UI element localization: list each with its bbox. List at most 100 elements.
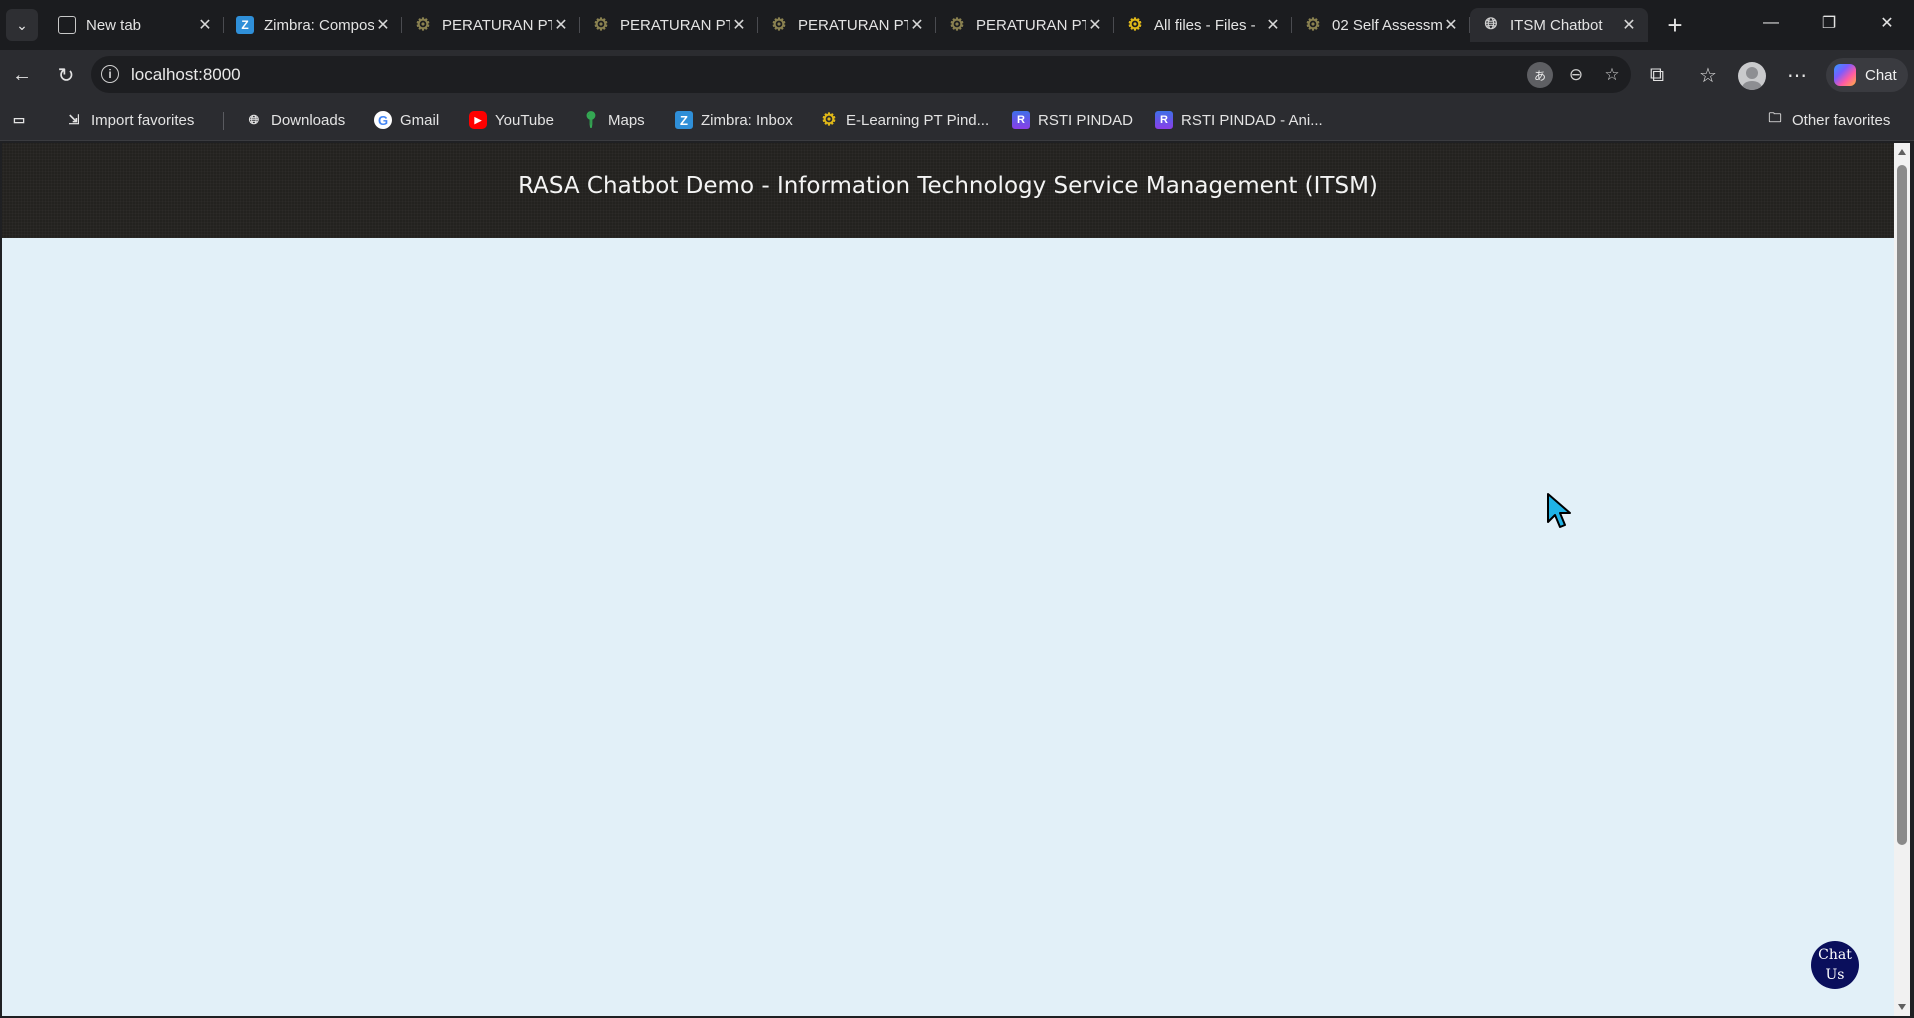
tab-self-assessment[interactable]: ⚙ 02 Self Assessm ✕: [1292, 8, 1470, 42]
tab-new-tab[interactable]: New tab ✕: [46, 8, 224, 42]
close-icon[interactable]: ✕: [196, 16, 214, 34]
tab-zimbra-compose[interactable]: Z Zimbra: Compos ✕: [224, 8, 402, 42]
tab-peraturan-1[interactable]: ⚙ PERATURAN PT ✕: [402, 8, 580, 42]
cursor-icon: [1547, 493, 1571, 528]
bookmark-label: Maps: [608, 111, 645, 129]
bookmarks-toggle[interactable]: ▭: [10, 109, 36, 131]
folder-icon: 🗀︎: [1768, 110, 1782, 125]
zimbra-icon: Z: [236, 16, 254, 34]
minimize-button[interactable]: —: [1749, 8, 1793, 38]
tab-title: PERATURAN PT: [620, 16, 730, 34]
tab-title: PERATURAN PT: [442, 16, 552, 34]
chevron-down-icon: ⌄: [16, 16, 28, 33]
bookmark-youtube[interactable]: ▶ YouTube: [469, 109, 554, 131]
tab-all-files[interactable]: ⚙ All files - Files - ✕: [1114, 8, 1292, 42]
extensions-button[interactable]: ⧉: [1641, 59, 1673, 91]
tab-peraturan-2[interactable]: ⚙ PERATURAN PT ✕: [580, 8, 758, 42]
close-icon[interactable]: ✕: [552, 16, 570, 34]
reload-icon: ↻: [57, 64, 75, 87]
tab-peraturan-4[interactable]: ⚙ PERATURAN PT ✕: [936, 8, 1114, 42]
close-icon[interactable]: ✕: [1620, 16, 1638, 34]
bookmark-label: Other favorites: [1792, 111, 1891, 129]
tab-title: All files - Files -: [1154, 16, 1256, 34]
bookmark-label: YouTube: [495, 111, 554, 129]
google-icon: G: [374, 111, 392, 129]
bookmark-label: E-Learning PT Pind...: [846, 111, 990, 129]
vertical-scrollbar[interactable]: [1894, 143, 1910, 1016]
bookmark-other-favorites[interactable]: 🗀︎ Other favorites: [1766, 109, 1890, 131]
bookmark-rsti-pindad[interactable]: R RSTI PINDAD: [1012, 109, 1133, 131]
tab-title: 02 Self Assessm: [1332, 16, 1442, 34]
back-button[interactable]: ←: [6, 59, 38, 91]
address-url[interactable]: localhost:8000: [131, 65, 241, 85]
page-body: [2, 238, 1894, 1016]
tab-title: PERATURAN PT: [976, 16, 1086, 34]
toolbar: ← ↻ i localhost:8000 あ ⊖ ☆ ⧉ ☆ ⋯ Chat: [0, 50, 1914, 100]
chat-us-label: Chat Us: [1818, 945, 1852, 985]
scroll-thumb[interactable]: [1897, 165, 1907, 845]
gear-icon: ⚙: [821, 110, 837, 129]
globe-icon: 🌐︎: [248, 112, 260, 127]
bookmark-label: Zimbra: Inbox: [701, 111, 793, 129]
translate-icon[interactable]: あ: [1527, 62, 1553, 88]
ellipsis-icon: ⋯: [1787, 64, 1807, 87]
gear-icon: ⚙: [1127, 15, 1143, 34]
favorites-button[interactable]: ☆: [1692, 59, 1724, 91]
tab-peraturan-3[interactable]: ⚙ PERATURAN PT ✕: [758, 8, 936, 42]
maps-icon: 📍︎: [580, 112, 602, 129]
more-menu-button[interactable]: ⋯: [1781, 59, 1813, 91]
close-window-button[interactable]: ✕: [1865, 8, 1909, 38]
minimize-icon: —: [1763, 14, 1779, 31]
chat-us-line2: Us: [1825, 967, 1845, 983]
gear-icon: ⚙: [415, 15, 431, 34]
scroll-down-icon[interactable]: [1898, 1004, 1906, 1010]
bookmark-elearning[interactable]: ⚙ E-Learning PT Pind...: [820, 109, 989, 131]
restore-button[interactable]: ❐: [1807, 8, 1851, 38]
chat-us-line1: Chat: [1818, 947, 1852, 963]
zoom-out-icon[interactable]: ⊖: [1563, 62, 1589, 88]
zimbra-icon: Z: [675, 111, 693, 129]
bookmarks-divider: [223, 112, 224, 130]
bookmark-maps[interactable]: 📍︎ Maps: [580, 109, 645, 131]
import-icon: ⇲: [68, 112, 80, 127]
arrow-left-icon: ←: [12, 63, 32, 86]
new-tab-button[interactable]: +: [1660, 10, 1690, 40]
bookmark-label: RSTI PINDAD - Ani...: [1181, 111, 1323, 129]
bookmark-rsti-pindad-ani[interactable]: R RSTI PINDAD - Ani...: [1155, 109, 1323, 131]
bookmark-gmail[interactable]: G Gmail: [374, 109, 439, 131]
gear-icon: ⚙: [1305, 15, 1321, 34]
favorites-icon: ☆: [1699, 64, 1717, 87]
avatar[interactable]: [1738, 62, 1766, 90]
browser-window: ⌄ New tab ✕ Z Zimbra: Compos ✕ ⚙ PERATUR…: [0, 0, 1914, 1018]
bookmark-zimbra-inbox[interactable]: Z Zimbra: Inbox: [675, 109, 793, 131]
bookmark-label: Downloads: [271, 111, 346, 129]
tab-strip: ⌄ New tab ✕ Z Zimbra: Compos ✕ ⚙ PERATUR…: [0, 0, 1914, 50]
close-icon[interactable]: ✕: [1086, 16, 1104, 34]
tab-list-button[interactable]: ⌄: [6, 9, 38, 41]
close-icon[interactable]: ✕: [908, 16, 926, 34]
bookmark-downloads[interactable]: 🌐︎ Downloads: [245, 109, 345, 131]
globe-icon: 🌐︎: [1484, 16, 1498, 33]
copilot-chat-button[interactable]: Chat: [1826, 58, 1908, 92]
reload-button[interactable]: ↻: [50, 59, 82, 91]
gear-icon: ⚙: [593, 15, 609, 34]
scroll-up-icon[interactable]: [1898, 149, 1906, 155]
address-bar[interactable]: i localhost:8000 あ ⊖ ☆: [91, 56, 1631, 93]
bookmark-label: Gmail: [400, 111, 440, 129]
bookmarks-bar: ▭ ⇲ Import favorites 🌐︎ Downloads G Gmai…: [0, 100, 1914, 141]
puzzle-icon: ⧉: [1649, 63, 1665, 86]
star-icon[interactable]: ☆: [1599, 62, 1625, 88]
close-icon[interactable]: ✕: [1442, 16, 1460, 34]
bookmark-import-favorites[interactable]: ⇲ Import favorites: [65, 109, 195, 131]
close-icon[interactable]: ✕: [374, 16, 392, 34]
gear-icon: ⚙: [771, 15, 787, 34]
youtube-icon: ▶: [469, 111, 487, 129]
info-icon[interactable]: i: [101, 65, 119, 83]
close-icon[interactable]: ✕: [1264, 16, 1282, 34]
close-icon[interactable]: ✕: [730, 16, 748, 34]
tab-itsm-chatbot[interactable]: 🌐︎ ITSM Chatbot ✕: [1470, 8, 1648, 42]
copilot-label: Chat: [1865, 66, 1897, 84]
bookmark-label: RSTI PINDAD: [1038, 111, 1134, 129]
chat-us-button[interactable]: Chat Us: [1811, 941, 1859, 989]
tabs: New tab ✕ Z Zimbra: Compos ✕ ⚙ PERATURAN…: [46, 8, 1648, 42]
